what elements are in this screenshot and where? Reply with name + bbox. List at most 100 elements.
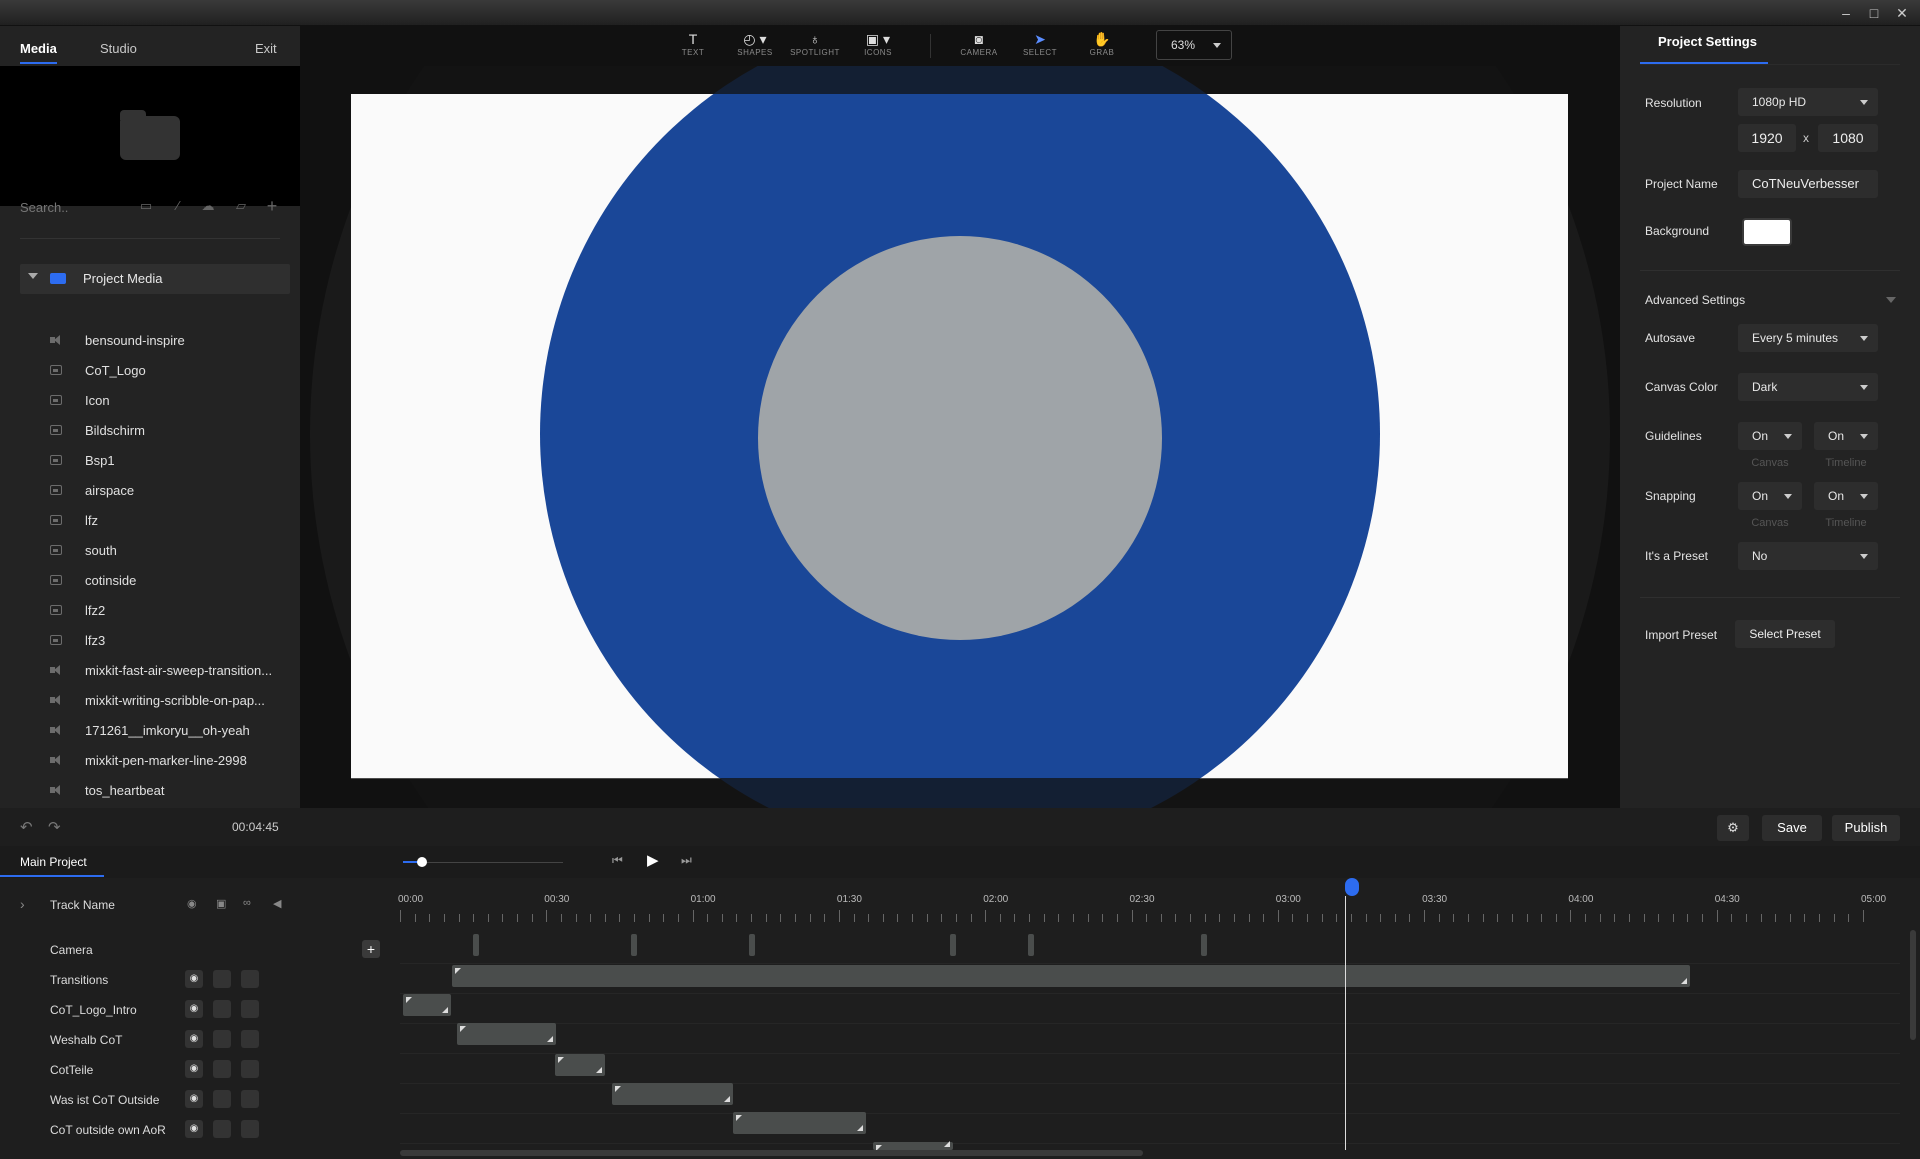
gear-icon[interactable]: ⚙	[1717, 815, 1749, 841]
tool-shapes[interactable]: ◴ ▾ SHAPES	[730, 30, 780, 66]
vertical-scrollbar[interactable]	[1910, 930, 1916, 1040]
media-item[interactable]: mixkit-pen-marker-line-2998	[40, 746, 290, 776]
horizontal-scrollbar[interactable]	[400, 1150, 1143, 1156]
tool-select[interactable]: ➤ SELECT	[1015, 30, 1065, 66]
media-item[interactable]: airspace	[40, 476, 290, 506]
height-field[interactable]: 1080	[1818, 124, 1878, 152]
play-icon[interactable]: ▶	[647, 851, 659, 869]
timeline-clip[interactable]	[612, 1083, 733, 1105]
exit-button[interactable]: Exit	[255, 34, 277, 64]
media-item[interactable]: CoT_Logo	[40, 356, 290, 386]
add-icon[interactable]: +	[264, 197, 280, 215]
preset-select[interactable]: No	[1738, 542, 1878, 570]
close-icon[interactable]: ✕	[1892, 4, 1912, 22]
solo-toggle[interactable]	[241, 1120, 259, 1138]
width-field[interactable]: 1920	[1738, 124, 1796, 152]
volume-slider-handle[interactable]	[417, 857, 427, 867]
timeline-clip[interactable]	[457, 1023, 556, 1045]
comment-icon[interactable]: ▭	[138, 198, 154, 214]
snapping-canvas-select[interactable]: On	[1738, 482, 1802, 510]
speaker-icon[interactable]: ◀	[273, 897, 281, 910]
solo-toggle[interactable]	[241, 1090, 259, 1108]
eye-toggle[interactable]: ◉	[185, 1000, 203, 1018]
solo-toggle[interactable]	[241, 1030, 259, 1048]
tool-camera[interactable]: ◙ CAMERA	[954, 30, 1004, 66]
save-button[interactable]: Save	[1762, 815, 1822, 841]
minimize-icon[interactable]: –	[1836, 4, 1856, 22]
media-item[interactable]: Bildschirm	[40, 416, 290, 446]
lock-toggle[interactable]	[213, 1030, 231, 1048]
autosave-select[interactable]: Every 5 minutes	[1738, 324, 1878, 352]
timeline-clip[interactable]	[555, 1054, 605, 1076]
eye-toggle[interactable]: ◉	[185, 1120, 203, 1138]
tool-text[interactable]: T TEXT	[668, 30, 718, 66]
eye-toggle[interactable]: ◉	[185, 1030, 203, 1048]
binoculars-icon[interactable]: ∞	[243, 897, 251, 909]
media-item[interactable]: lfz2	[40, 596, 290, 626]
tab-media[interactable]: Media	[20, 34, 57, 64]
eye-toggle[interactable]: ◉	[185, 970, 203, 988]
track-label[interactable]: CotTeile	[50, 1063, 93, 1077]
guidelines-timeline-select[interactable]: On	[1814, 422, 1878, 450]
eye-toggle[interactable]: ◉	[185, 1060, 203, 1078]
track-label[interactable]: Weshalb CoT	[50, 1033, 122, 1047]
background-color-swatch[interactable]	[1742, 218, 1792, 246]
media-item[interactable]: tos_heartbeat	[40, 776, 290, 806]
playhead-handle[interactable]	[1345, 878, 1359, 896]
redo-icon[interactable]: ↷	[48, 818, 61, 836]
skip-forward-icon[interactable]: ⏭	[681, 853, 692, 868]
skip-back-icon[interactable]: ⏮	[612, 853, 623, 868]
volume-slider-track[interactable]	[403, 862, 563, 863]
guidelines-canvas-select[interactable]: On	[1738, 422, 1802, 450]
camera-keyframe[interactable]	[749, 934, 755, 956]
track-label[interactable]: Camera	[50, 943, 93, 957]
camera-keyframe[interactable]	[1201, 934, 1207, 956]
project-media-folder[interactable]: Project Media	[20, 264, 290, 294]
track-label[interactable]: CoT_Logo_Intro	[50, 1003, 137, 1017]
media-item[interactable]: lfz3	[40, 626, 290, 656]
upload-icon[interactable]: ☁	[200, 198, 216, 214]
gray-circle-shape[interactable]	[758, 236, 1162, 640]
pen-icon[interactable]: ⁄	[170, 198, 186, 214]
media-item[interactable]: mixkit-writing-scribble-on-pap...	[40, 686, 290, 716]
eye-icon[interactable]: ◉	[187, 897, 197, 910]
camera-keyframe[interactable]	[631, 934, 637, 956]
media-item[interactable]: mixkit-fast-air-sweep-transition...	[40, 656, 290, 686]
tool-spotlight[interactable]: ♁ SPOTLIGHT	[790, 30, 840, 66]
tab-main-project[interactable]: Main Project	[20, 855, 87, 869]
snapping-timeline-select[interactable]: On	[1814, 482, 1878, 510]
media-item[interactable]: 171261__imkoryu__oh-yeah	[40, 716, 290, 746]
caret-down-icon[interactable]	[28, 273, 38, 279]
undo-icon[interactable]: ↶	[20, 818, 33, 836]
canvas-color-select[interactable]: Dark	[1738, 373, 1878, 401]
tool-icons[interactable]: ▣ ▾ ICONS	[853, 30, 903, 66]
publish-button[interactable]: Publish	[1832, 815, 1900, 841]
track-label[interactable]: Was ist CoT Outside	[50, 1093, 159, 1107]
media-item[interactable]: Bsp1	[40, 446, 290, 476]
search-input[interactable]	[20, 197, 130, 217]
lock-toggle[interactable]	[213, 1000, 231, 1018]
track-label[interactable]: CoT outside own AoR	[50, 1123, 166, 1137]
chevron-down-icon[interactable]	[1886, 297, 1896, 303]
lock-toggle[interactable]	[213, 1060, 231, 1078]
solo-toggle[interactable]	[241, 970, 259, 988]
camera-keyframe[interactable]	[950, 934, 956, 956]
media-item[interactable]: bensound-inspire	[40, 326, 290, 356]
timeline-clip[interactable]	[452, 965, 1690, 987]
folder-add-icon[interactable]: ▱	[233, 198, 249, 214]
lock-toggle[interactable]	[213, 970, 231, 988]
camera-keyframe[interactable]	[473, 934, 479, 956]
lock-icon[interactable]: ▣	[216, 897, 226, 910]
lock-toggle[interactable]	[213, 1090, 231, 1108]
media-item[interactable]: south	[40, 536, 290, 566]
timeline-clip[interactable]	[873, 1141, 953, 1151]
tab-studio[interactable]: Studio	[100, 34, 137, 64]
solo-toggle[interactable]	[241, 1000, 259, 1018]
resolution-select[interactable]: 1080p HD	[1738, 88, 1878, 116]
tool-grab[interactable]: ✋ GRAB	[1077, 30, 1127, 66]
timeline-clip[interactable]	[403, 994, 451, 1016]
media-item[interactable]: cotinside	[40, 566, 290, 596]
zoom-select[interactable]: 63%	[1156, 30, 1232, 60]
media-item[interactable]: lfz	[40, 506, 290, 536]
chevron-right-icon[interactable]: ›	[20, 896, 25, 912]
